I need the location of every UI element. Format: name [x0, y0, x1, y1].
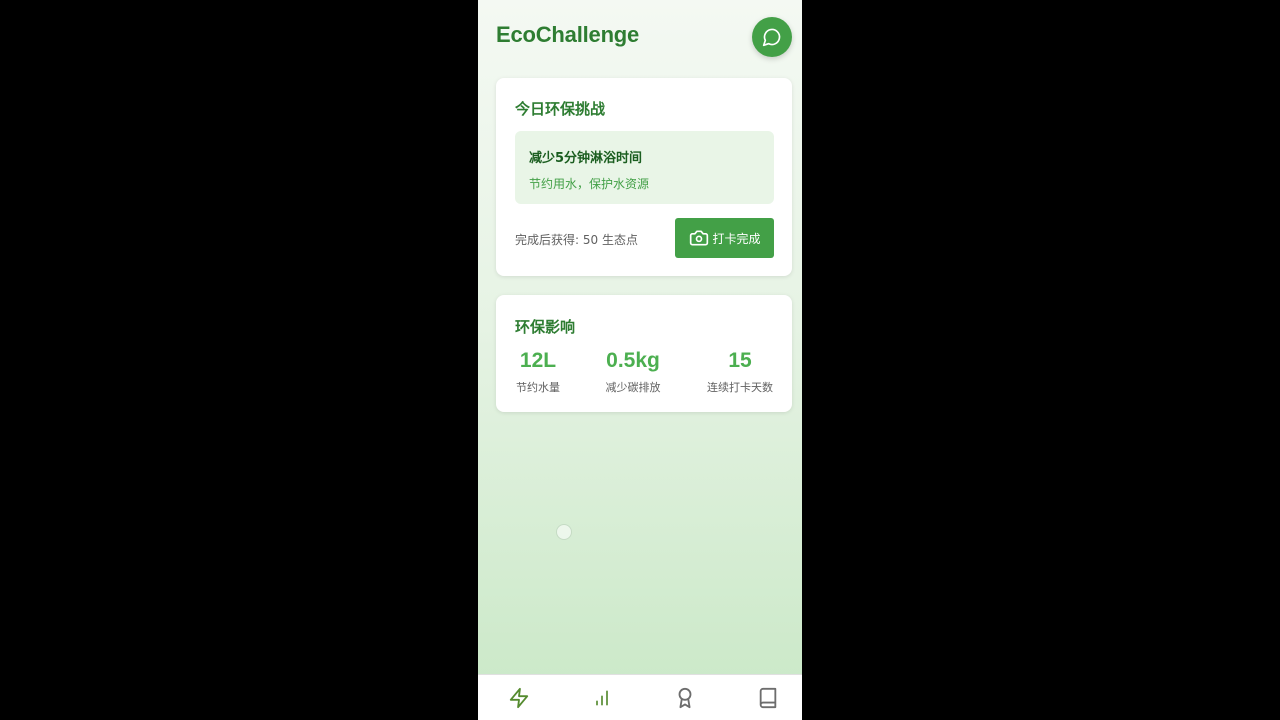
nav-item-learn[interactable] [727, 675, 802, 720]
touch-indicator [556, 524, 572, 540]
stat-value: 12L [519, 349, 557, 372]
checkin-label: 打卡完成 [712, 231, 761, 246]
stat-label: 节约水量 [516, 381, 560, 394]
award-icon [678, 687, 691, 709]
stat-value: 15 [728, 349, 752, 372]
daily-challenge-title: 今日环保挑战 [515, 100, 606, 118]
app-header: EcoChallenge [478, 0, 802, 76]
stat-carbon-reduced: 0.5kg 减少碳排放 [594, 345, 672, 395]
stat-water-saved: 12L 节约水量 [506, 345, 570, 395]
zap-icon [509, 687, 528, 709]
chat-button[interactable] [752, 17, 792, 57]
bottom-nav [478, 674, 802, 720]
app-screen: EcoChallenge 今日环保挑战 减少5分钟淋浴时间 节约用水，保护水资源… [478, 0, 802, 720]
stat-streak-days: 15 连续打卡天数 [688, 345, 792, 395]
challenge-name: 减少5分钟淋浴时间 [529, 151, 643, 166]
bar-chart-icon [595, 690, 608, 706]
camera-icon [690, 230, 709, 246]
nav-item-challenge[interactable] [478, 675, 559, 720]
challenge-detail-box: 减少5分钟淋浴时间 节约用水，保护水资源 [515, 131, 774, 204]
daily-challenge-card: 今日环保挑战 减少5分钟淋浴时间 节约用水，保护水资源 完成后获得: 50 生态… [496, 78, 792, 276]
nav-item-stats[interactable] [561, 675, 642, 720]
challenge-description: 节约用水，保护水资源 [529, 177, 650, 191]
reward-text: 完成后获得: 50 生态点 [515, 233, 638, 247]
book-icon [759, 687, 776, 709]
stat-label: 减少碳排放 [605, 381, 661, 394]
checkin-button[interactable]: 打卡完成 [675, 218, 774, 258]
nav-item-awards[interactable] [644, 675, 725, 720]
message-circle-icon [762, 28, 781, 47]
stat-value: 0.5kg [606, 349, 660, 372]
eco-impact-title: 环保影响 [515, 318, 576, 336]
app-title: EcoChallenge [496, 22, 640, 47]
stat-label: 连续打卡天数 [707, 381, 773, 394]
impact-stats-row: 12L 节约水量 0.5kg 减少碳排放 15 连续打卡天数 [496, 345, 792, 405]
eco-impact-card: 环保影响 12L 节约水量 0.5kg 减少碳排放 15 连续打卡天数 [496, 295, 792, 412]
